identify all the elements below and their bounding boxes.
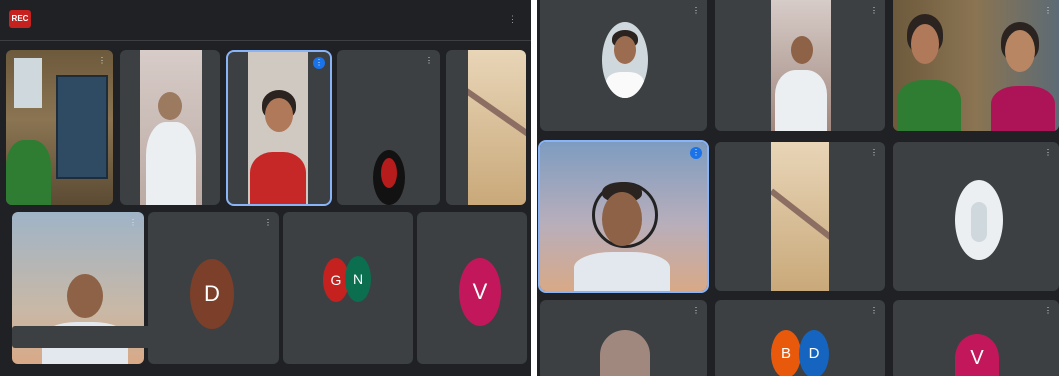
- speaking-icon: ⋮: [690, 147, 702, 159]
- participant-tile[interactable]: ⋮: [540, 0, 707, 131]
- participant-tile[interactable]: ⋮: [893, 0, 1059, 131]
- more-options-icon[interactable]: ⋮: [127, 217, 139, 229]
- participant-avatar: N: [345, 256, 371, 302]
- participant-tile[interactable]: [446, 50, 526, 205]
- meeting-window-right: ⋮ ⋮ ⋮ ⋮ ⋮ ⋮ ⋮ B D ⋮ V ⋮: [537, 0, 1059, 376]
- participant-tile[interactable]: V ⋮: [893, 300, 1059, 376]
- more-options-icon[interactable]: ⋮: [690, 305, 702, 317]
- participant-tile[interactable]: D ⋮: [148, 212, 279, 364]
- participant-video: [248, 52, 308, 204]
- participant-tile[interactable]: [120, 50, 220, 205]
- participant-video: [771, 142, 829, 291]
- participant-name: [12, 326, 156, 348]
- participant-video: [140, 50, 202, 205]
- more-options-icon[interactable]: ⋮: [262, 217, 274, 229]
- participant-tile[interactable]: ⋮: [715, 142, 885, 291]
- speaking-icon: ⋮: [313, 57, 325, 69]
- participant-video: [893, 0, 1059, 131]
- participant-tile[interactable]: ⋮: [715, 0, 885, 131]
- participant-tile[interactable]: ⋮: [893, 142, 1059, 291]
- more-options-icon[interactable]: ⋮: [868, 305, 880, 317]
- more-options-icon[interactable]: ⋮: [1042, 147, 1054, 159]
- participant-avatar: D: [799, 330, 829, 376]
- participant-tile-active[interactable]: ⋮: [538, 140, 709, 293]
- more-options-icon[interactable]: ⋮: [690, 5, 702, 17]
- participant-video: [373, 150, 405, 205]
- participant-tile[interactable]: ⋮: [337, 50, 440, 205]
- more-options-icon[interactable]: [509, 55, 521, 67]
- participant-video: [600, 330, 650, 376]
- participant-tile[interactable]: V: [417, 212, 527, 364]
- participant-tile[interactable]: B D ⋮: [715, 300, 885, 376]
- participant-avatar: B: [771, 330, 801, 376]
- participant-tile[interactable]: ⋮: [540, 300, 707, 376]
- more-options-icon[interactable]: ⋮: [96, 55, 108, 67]
- participant-video: [468, 50, 526, 205]
- meeting-header: REC ⋮: [0, 0, 531, 41]
- more-options-icon[interactable]: ⋮: [868, 5, 880, 17]
- participant-video: [602, 22, 648, 98]
- participant-video: [955, 180, 1003, 260]
- participant-tile[interactable]: G N: [283, 212, 413, 364]
- more-options-icon[interactable]: ⋮: [1042, 5, 1054, 17]
- participant-tile-active[interactable]: ⋮: [226, 50, 332, 206]
- participant-video: [771, 0, 831, 131]
- more-options-icon[interactable]: ⋮: [1042, 305, 1054, 317]
- recording-indicator: REC: [9, 10, 31, 28]
- more-options-icon[interactable]: ⋮: [508, 14, 519, 25]
- more-options-icon[interactable]: [203, 55, 215, 67]
- more-options-icon[interactable]: ⋮: [423, 55, 435, 67]
- participant-avatar: D: [190, 259, 234, 329]
- participant-video: [6, 50, 113, 205]
- participant-avatar: V: [955, 334, 999, 376]
- meeting-window-left: REC ⋮ ⋮ ⋮ ⋮ ⋮ D ⋮ G N V: [0, 0, 531, 376]
- participant-avatar: V: [459, 258, 501, 326]
- participant-video: [540, 142, 707, 291]
- more-options-icon[interactable]: ⋮: [868, 147, 880, 159]
- participant-tile[interactable]: ⋮: [6, 50, 113, 205]
